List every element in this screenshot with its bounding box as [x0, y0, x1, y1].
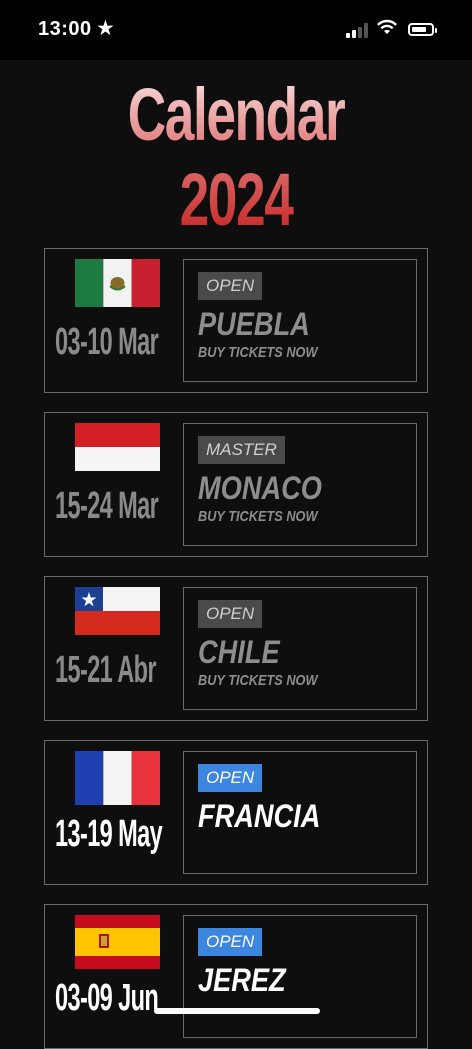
event-city: MONACO — [198, 470, 322, 506]
france-flag-icon — [75, 751, 160, 805]
event-type-badge: MASTER — [198, 436, 285, 464]
event-card-monaco[interactable]: 15-24 Mar MASTER MONACO BUY TICKETS NOW — [44, 412, 428, 557]
event-city: CHILE — [198, 634, 280, 670]
event-city: FRANCIA — [198, 798, 321, 834]
chile-flag-icon — [75, 587, 160, 635]
event-type-badge: OPEN — [198, 928, 263, 956]
page-title: Calendar 2024 — [66, 72, 406, 242]
spain-flag-icon — [75, 915, 160, 969]
event-dates: 15-24 Mar — [55, 485, 159, 527]
battery-icon — [408, 23, 437, 36]
event-card-chile[interactable]: 15-21 Abr OPEN CHILE BUY TICKETS NOW — [44, 576, 428, 721]
status-bar: 13:00 ★ — [0, 0, 472, 60]
event-type-badge: OPEN — [198, 600, 263, 628]
event-info-box[interactable]: MASTER MONACO BUY TICKETS NOW — [183, 423, 417, 546]
star-icon: ★ — [96, 17, 115, 40]
event-dates: 15-21 Abr — [55, 649, 157, 691]
mexico-flag-icon — [75, 259, 160, 307]
signal-icon — [346, 22, 370, 38]
home-indicator[interactable] — [154, 1008, 320, 1014]
event-card-francia[interactable]: 13-19 May OPEN FRANCIA — [44, 740, 428, 885]
status-time: 13:00 — [38, 18, 92, 40]
event-info-box[interactable]: OPEN CHILE BUY TICKETS NOW — [183, 587, 417, 710]
event-dates: 13-19 May — [55, 813, 163, 855]
wifi-icon — [377, 19, 397, 34]
buy-tickets-link[interactable]: BUY TICKETS NOW — [198, 508, 317, 525]
event-info-box[interactable]: OPEN PUEBLA BUY TICKETS NOW — [183, 259, 417, 382]
event-type-badge: OPEN — [198, 764, 263, 792]
event-dates: 03-09 Jun — [55, 977, 159, 1019]
event-card-puebla[interactable]: 03-10 Mar OPEN PUEBLA BUY TICKETS NOW — [44, 248, 428, 393]
event-card-jerez[interactable]: 03-09 Jun OPEN JEREZ — [44, 904, 428, 1049]
event-type-badge: OPEN — [198, 272, 263, 300]
monaco-flag-icon — [75, 423, 160, 471]
buy-tickets-link[interactable]: BUY TICKETS NOW — [198, 344, 317, 361]
event-city: PUEBLA — [198, 306, 310, 342]
event-city: JEREZ — [198, 962, 286, 998]
event-info-box[interactable]: OPEN JEREZ — [183, 915, 417, 1038]
buy-tickets-link[interactable]: BUY TICKETS NOW — [198, 672, 317, 689]
event-dates: 03-10 Mar — [55, 321, 159, 363]
event-info-box[interactable]: OPEN FRANCIA — [183, 751, 417, 874]
